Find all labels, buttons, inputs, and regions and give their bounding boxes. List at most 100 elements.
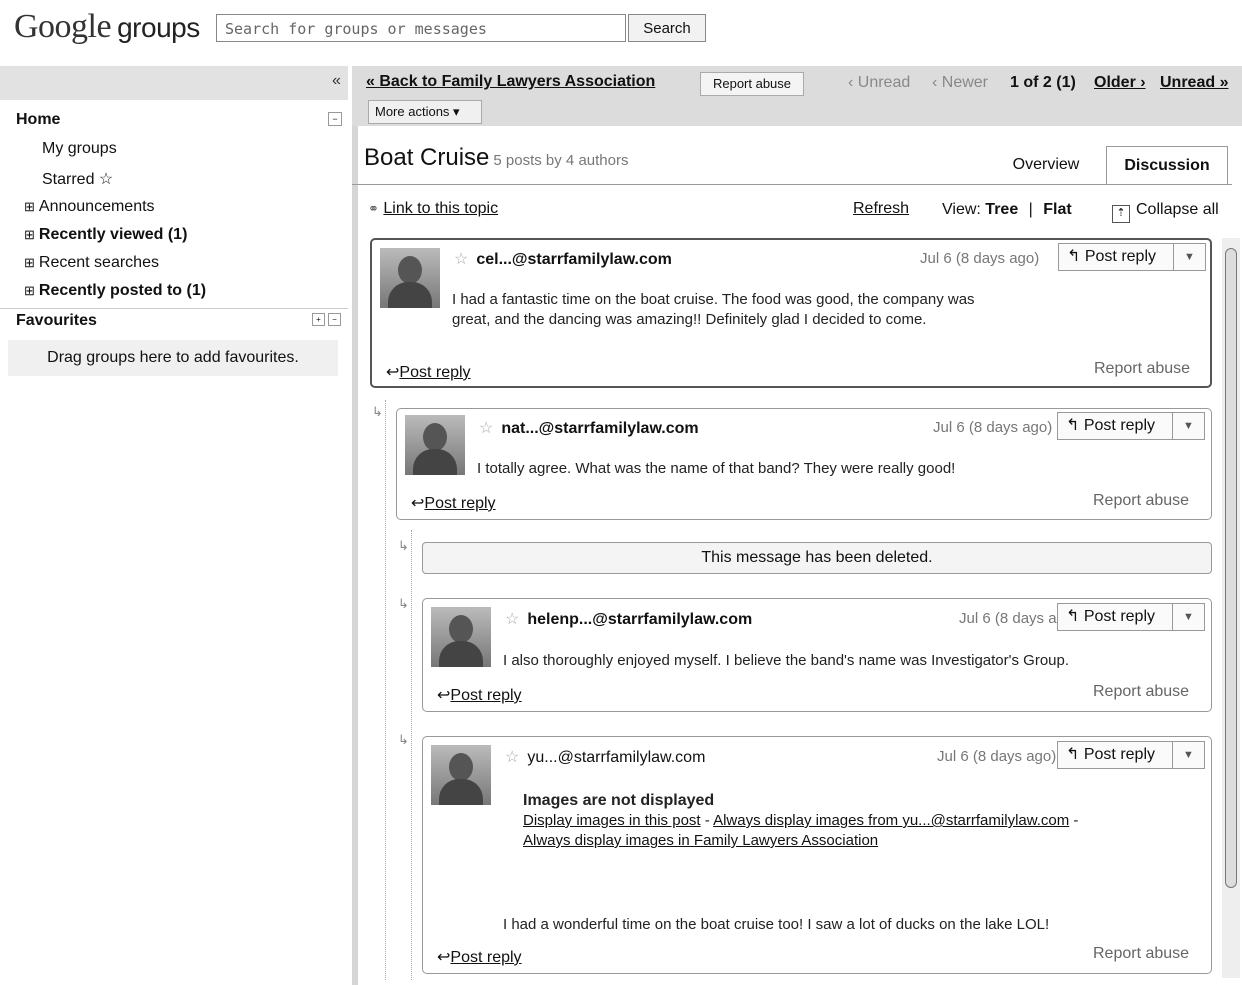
always-display-in-group-link[interactable]: Always display images in Family Lawyers … bbox=[523, 832, 878, 849]
nav-home[interactable]: Home bbox=[16, 111, 60, 129]
reply-icon: ↰ bbox=[1066, 746, 1080, 763]
refresh-link[interactable]: Refresh bbox=[853, 200, 909, 218]
post-reply-link-label[interactable]: Post reply bbox=[424, 495, 495, 512]
favourites-collapse-icon[interactable]: − bbox=[328, 313, 341, 326]
star-icon[interactable]: ☆ bbox=[479, 420, 493, 437]
post-4: ☆ helenp...@starrfamilylaw.com Jul 6 (8 d… bbox=[422, 598, 1212, 712]
post-reply-label: Post reply bbox=[1083, 746, 1155, 763]
report-abuse-link[interactable]: Report abuse bbox=[1093, 492, 1189, 510]
post-author[interactable]: ☆ nat...@starrfamilylaw.com bbox=[479, 418, 699, 438]
expand-icon[interactable]: ⊞ bbox=[24, 283, 35, 298]
favourites-expand-icon[interactable]: + bbox=[312, 313, 325, 326]
avatar bbox=[405, 415, 465, 475]
topic-meta: 5 posts by 4 authors bbox=[493, 152, 629, 169]
tab-discussion[interactable]: Discussion bbox=[1106, 146, 1228, 185]
thread-reply-icon: ↳ bbox=[398, 538, 409, 553]
star-icon[interactable]: ☆ bbox=[454, 251, 468, 268]
favourites-drop-zone[interactable]: Drag groups here to add favourites. bbox=[8, 340, 338, 376]
report-abuse-link[interactable]: Report abuse bbox=[1093, 945, 1189, 963]
pager-position: 1 of 2 (1) bbox=[1010, 74, 1076, 91]
avatar bbox=[431, 745, 491, 805]
post-author-email: cel...@starrfamilylaw.com bbox=[476, 251, 672, 268]
view-mode-switch: View: Tree | Flat bbox=[942, 201, 1072, 219]
search-input[interactable]: Search for groups or messages bbox=[216, 14, 626, 42]
post-options-dropdown[interactable]: ▼ bbox=[1173, 741, 1205, 769]
sidebar-item-recently-posted[interactable]: ⊞ Recently posted to (1) bbox=[24, 282, 206, 300]
next-unread-link[interactable]: Unread » bbox=[1160, 74, 1228, 92]
post-author[interactable]: ☆ yu...@starrfamilylaw.com bbox=[505, 747, 705, 767]
reply-icon: ↰ bbox=[1066, 608, 1080, 625]
post-reply-link-label[interactable]: Post reply bbox=[450, 949, 521, 966]
favourites-title: Favourites bbox=[16, 312, 97, 329]
deleted-message: This message has been deleted. bbox=[422, 542, 1212, 574]
post-author[interactable]: ☆ helenp...@starrfamilylaw.com bbox=[505, 609, 752, 629]
post-date: Jul 6 (8 days ago) bbox=[959, 610, 1057, 627]
post-options-dropdown[interactable]: ▼ bbox=[1173, 412, 1205, 440]
post-body: I had a wonderful time on the boat cruis… bbox=[503, 916, 1050, 933]
sidebar-item-label: Recently posted to (1) bbox=[38, 282, 207, 299]
newer-link: ‹ Newer bbox=[932, 74, 989, 91]
separator: - bbox=[1069, 812, 1079, 829]
older-link[interactable]: Older › bbox=[1094, 74, 1146, 92]
images-not-displayed-notice: Images are not displayed Display images … bbox=[523, 791, 1183, 851]
post-options-dropdown[interactable]: ▼ bbox=[1174, 243, 1206, 271]
scrollbar-thumb[interactable] bbox=[1225, 248, 1237, 888]
post-date: Jul 6 (8 days ago) bbox=[937, 748, 1057, 765]
post-reply-link-label[interactable]: Post reply bbox=[399, 364, 470, 381]
post-reply-label: Post reply bbox=[1084, 248, 1156, 265]
view-tree-option[interactable]: Tree bbox=[985, 201, 1018, 218]
report-abuse-button[interactable]: Report abuse bbox=[700, 72, 804, 96]
logo-google-text: Google bbox=[14, 8, 112, 45]
link-to-topic[interactable]: ⚭ Link to this topic bbox=[368, 200, 498, 218]
collapse-all-button[interactable]: ⇡ Collapse all bbox=[1112, 201, 1219, 223]
sidebar-item-my-groups[interactable]: My groups bbox=[42, 140, 117, 158]
post-reply-button[interactable]: ↰ Post reply bbox=[1057, 741, 1173, 769]
tab-overview[interactable]: Overview bbox=[994, 146, 1098, 184]
post-reply-link[interactable]: ↩Post reply bbox=[437, 685, 522, 705]
home-collapse-toggle[interactable]: − bbox=[328, 112, 342, 126]
sidebar-header-band bbox=[0, 66, 348, 100]
thread-line-nested bbox=[411, 530, 412, 980]
link-to-topic-label[interactable]: Link to this topic bbox=[383, 200, 498, 217]
search-button[interactable]: Search bbox=[628, 14, 706, 42]
post-reply-label: Post reply bbox=[1083, 417, 1155, 434]
post-options-dropdown[interactable]: ▼ bbox=[1173, 603, 1205, 631]
report-abuse-link[interactable]: Report abuse bbox=[1093, 683, 1189, 701]
sidebar-item-recently-viewed[interactable]: ⊞ Recently viewed (1) bbox=[24, 226, 187, 244]
collapse-sidebar-icon[interactable]: « bbox=[332, 72, 341, 90]
sidebar-item-recent-searches[interactable]: ⊞ Recent searches bbox=[24, 254, 159, 272]
post-reply-link[interactable]: ↩Post reply bbox=[386, 362, 471, 382]
report-abuse-link[interactable]: Report abuse bbox=[1094, 360, 1190, 378]
topic-title-text: Boat Cruise bbox=[364, 144, 490, 171]
post-reply-button[interactable]: ↰ Post reply bbox=[1057, 603, 1173, 631]
post-reply-link[interactable]: ↩Post reply bbox=[411, 493, 496, 513]
star-icon[interactable]: ☆ bbox=[505, 749, 519, 766]
expand-icon[interactable]: ⊞ bbox=[24, 255, 35, 270]
view-separator: | bbox=[1028, 201, 1033, 218]
post-reply-button[interactable]: ↰ Post reply bbox=[1058, 243, 1174, 271]
reply-icon: ↰ bbox=[1066, 417, 1080, 434]
more-actions-button[interactable]: More actions ▾ bbox=[368, 100, 482, 124]
sidebar-item-label: Recent searches bbox=[38, 254, 159, 271]
sidebar-item-label: Recently viewed (1) bbox=[38, 226, 188, 243]
post-reply-button[interactable]: ↰ Post reply bbox=[1057, 412, 1173, 440]
post-reply-link-label[interactable]: Post reply bbox=[450, 687, 521, 704]
google-groups-logo[interactable]: Google groups bbox=[14, 8, 200, 46]
star-icon[interactable]: ☆ bbox=[505, 611, 519, 628]
thread-reply-icon: ↳ bbox=[372, 404, 383, 419]
post-body: I had a fantastic time on the boat cruis… bbox=[452, 291, 975, 328]
view-flat-option[interactable]: Flat bbox=[1043, 201, 1071, 218]
prev-unread-link: ‹ Unread bbox=[848, 74, 911, 91]
expand-icon[interactable]: ⊞ bbox=[24, 199, 35, 214]
post-reply-link[interactable]: ↩Post reply bbox=[437, 947, 522, 967]
post-author[interactable]: ☆ cel...@starrfamilylaw.com bbox=[454, 249, 672, 269]
back-to-group-link[interactable]: « Back to Family Lawyers Association bbox=[366, 73, 655, 91]
sidebar-item-starred[interactable]: Starred ☆ bbox=[42, 169, 113, 189]
always-display-from-sender-link[interactable]: Always display images from yu...@starrfa… bbox=[713, 812, 1069, 829]
sidebar-item-announcements[interactable]: ⊞ Announcements bbox=[24, 198, 155, 216]
link-icon: ⚭ bbox=[368, 201, 379, 216]
logo-groups-text: groups bbox=[117, 12, 200, 43]
post-5: ☆ yu...@starrfamilylaw.com Jul 6 (8 days … bbox=[422, 736, 1212, 974]
display-images-link[interactable]: Display images in this post bbox=[523, 812, 701, 829]
expand-icon[interactable]: ⊞ bbox=[24, 227, 35, 242]
